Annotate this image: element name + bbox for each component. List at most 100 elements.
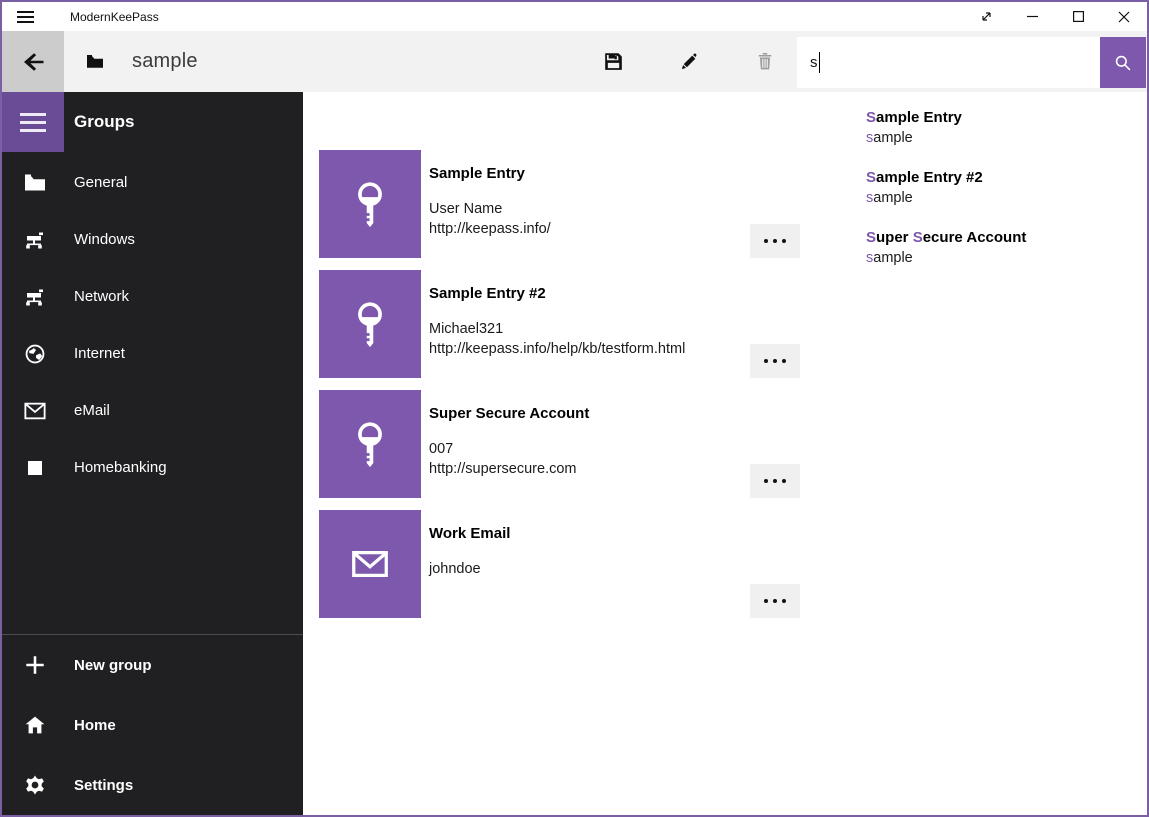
window-controls <box>963 2 1147 31</box>
suggestion-subtitle: sample <box>866 248 1147 268</box>
entry-row[interactable]: Sample Entry #2 Michael321 http://keepas… <box>319 270 800 378</box>
suggestion-subtitle: sample <box>866 188 1147 208</box>
search-button[interactable] <box>1100 37 1146 88</box>
sidebar-item-label: eMail <box>74 402 110 419</box>
diagonal-resize-icon <box>980 10 993 23</box>
entry-url: http://supersecure.com <box>429 459 740 479</box>
titlebar: ModernKeePass <box>2 2 1147 31</box>
sidebar-item-settings[interactable]: Settings <box>2 755 303 815</box>
sidebar-item-label: Home <box>74 717 116 734</box>
sidebar-item-label: Windows <box>74 231 135 248</box>
sidebar-item-home[interactable]: Home <box>2 695 303 755</box>
gear-icon <box>24 774 46 796</box>
sidebar-item-label: General <box>74 174 127 191</box>
sidebar-item-new-group[interactable]: New group <box>2 635 303 695</box>
text-cursor <box>819 52 821 73</box>
search-input[interactable]: s <box>797 37 1100 88</box>
suggestion-title: Sample Entry <box>866 107 1147 128</box>
minimize-button[interactable] <box>1009 2 1055 31</box>
sidebar-bottom: New group Home Settings <box>2 634 303 815</box>
suggestion-item[interactable]: Sample Entry #2 sample <box>866 158 1147 218</box>
homebanking-icon <box>24 457 46 479</box>
groups-list: General Windows Network <box>2 154 303 496</box>
search-icon <box>1113 53 1133 73</box>
app-window: ModernKeePass sample <box>0 0 1149 817</box>
sidebar-item-label: Homebanking <box>74 459 167 476</box>
search-suggestions: Sample Entry sample Sample Entry #2 samp… <box>806 92 1147 288</box>
entry-username: johndoe <box>429 559 740 579</box>
entry-tile <box>319 390 421 498</box>
window-title: ModernKeePass <box>70 10 159 24</box>
sidebar-item-internet[interactable]: Internet <box>2 325 303 382</box>
entry-text: Super Secure Account 007 http://supersec… <box>429 390 740 479</box>
sidebar-item-homebanking[interactable]: Homebanking <box>2 439 303 496</box>
suggestion-title: Sample Entry #2 <box>866 167 1147 188</box>
maximize-button[interactable] <box>1055 2 1101 31</box>
suggestion-item[interactable]: Sample Entry sample <box>866 98 1147 158</box>
sidebar-item-general[interactable]: General <box>2 154 303 211</box>
entry-row[interactable]: Work Email johndoe <box>319 510 800 618</box>
edit-button[interactable] <box>664 37 714 87</box>
network-computer-icon <box>24 229 46 251</box>
entry-details: 007 http://supersecure.com <box>429 439 740 479</box>
entry-text: Sample Entry User Name http://keepass.in… <box>429 150 740 239</box>
resize-window-button[interactable] <box>963 2 1009 31</box>
sidebar-item-network[interactable]: Network <box>2 268 303 325</box>
entry-details: User Name http://keepass.info/ <box>429 199 740 239</box>
database-folder-icon <box>86 54 104 69</box>
appbar: sample <box>2 31 1147 92</box>
email-icon <box>24 400 46 422</box>
suggestion-subtitle: sample <box>866 128 1147 148</box>
body: Groups General Windows <box>2 92 1147 815</box>
titlebar-hamburger-icon[interactable] <box>2 2 48 31</box>
back-button[interactable] <box>2 31 64 92</box>
sidebar-item-windows[interactable]: Windows <box>2 211 303 268</box>
more-icon <box>764 479 768 483</box>
key-icon <box>344 418 396 470</box>
entry-details: Michael321 http://keepass.info/help/kb/t… <box>429 319 740 359</box>
hamburger-icon <box>17 11 34 23</box>
more-icon <box>764 239 768 243</box>
sidebar: Groups General Windows <box>2 92 303 815</box>
sidebar-hamburger-button[interactable] <box>2 92 64 152</box>
folder-icon <box>24 172 46 194</box>
search-query-text: s <box>810 54 818 71</box>
save-icon <box>603 51 624 72</box>
entry-tile <box>319 270 421 378</box>
sidebar-item-email[interactable]: eMail <box>2 382 303 439</box>
entry-row[interactable]: Sample Entry User Name http://keepass.in… <box>319 150 800 258</box>
sidebar-item-label: New group <box>74 657 152 674</box>
sidebar-item-label: Settings <box>74 777 133 794</box>
entry-more-button[interactable] <box>750 584 800 618</box>
appbar-actions <box>588 31 790 92</box>
save-button[interactable] <box>588 37 638 87</box>
entry-more-button[interactable] <box>750 224 800 258</box>
entry-more-button[interactable] <box>750 344 800 378</box>
key-icon <box>344 178 396 230</box>
entry-more-button[interactable] <box>750 464 800 498</box>
minimize-icon <box>1027 11 1038 22</box>
entry-title: Sample Entry #2 <box>429 285 740 302</box>
entry-details: johndoe <box>429 559 740 579</box>
sidebar-item-label: Internet <box>74 345 125 362</box>
suggestion-item[interactable]: Super Secure Account sample <box>866 218 1147 278</box>
groups-header: Groups <box>74 92 134 152</box>
more-icon <box>764 359 768 363</box>
entry-title: Super Secure Account <box>429 405 740 422</box>
suggestion-title: Super Secure Account <box>866 227 1147 248</box>
plus-icon <box>24 654 46 676</box>
entry-row[interactable]: Super Secure Account 007 http://supersec… <box>319 390 800 498</box>
close-icon <box>1118 11 1130 23</box>
entry-tile <box>319 150 421 258</box>
page-title: sample <box>132 50 198 73</box>
close-button[interactable] <box>1101 2 1147 31</box>
trash-icon <box>755 51 775 72</box>
entry-url: http://keepass.info/help/kb/testform.htm… <box>429 339 740 359</box>
delete-button[interactable] <box>740 37 790 87</box>
hamburger-icon <box>20 113 46 132</box>
more-icon <box>764 599 768 603</box>
entry-username: User Name <box>429 199 740 219</box>
entry-url: http://keepass.info/ <box>429 219 740 239</box>
maximize-icon <box>1073 11 1084 22</box>
entry-username: Michael321 <box>429 319 740 339</box>
